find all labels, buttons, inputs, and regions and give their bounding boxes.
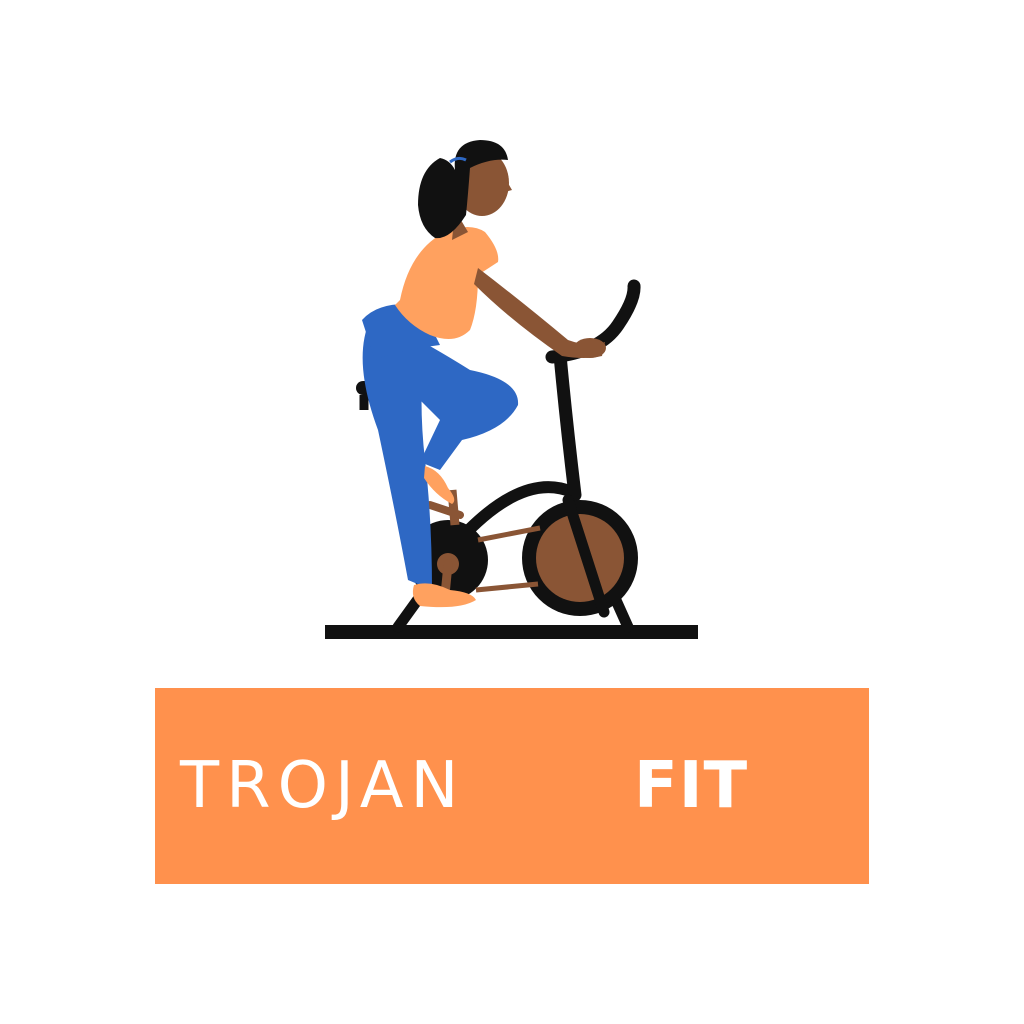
floor-line [325,625,698,639]
brand-word-trojan: TROJAN [180,749,466,823]
brand-banner: TROJAN FIT [155,688,869,884]
brand-word-fit: FIT [634,749,749,823]
logo-canvas: TROJAN FIT [0,0,1024,1024]
cyclist-illustration [325,140,698,639]
